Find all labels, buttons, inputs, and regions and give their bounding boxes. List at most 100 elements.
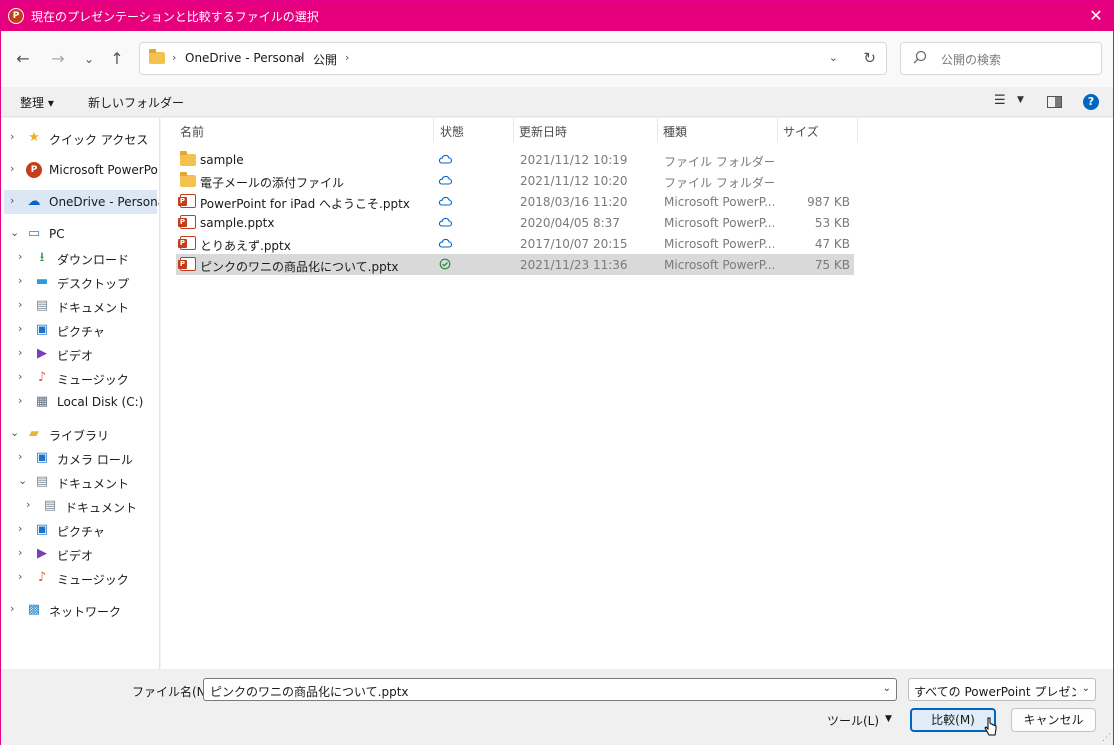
chevron-down-icon[interactable]: ⌄ [18, 474, 27, 487]
pptx-file-icon [178, 215, 196, 229]
sidebar-item[interactable]: › ▬ デスクトップ [4, 270, 157, 294]
chevron-right-icon[interactable]: › [18, 394, 22, 407]
sidebar-item[interactable]: › ☁ OneDrive - Personal [4, 190, 159, 214]
sidebar-item[interactable]: › ▶ ビデオ [4, 542, 157, 566]
search-icon [913, 50, 927, 64]
picture-icon: ▣ [35, 322, 49, 337]
forward-arrow-icon[interactable]: → [47, 48, 69, 70]
sidebar-item-label: Microsoft PowerPoint [49, 163, 159, 177]
sidebar-item[interactable]: › ▤ ドキュメント [4, 494, 157, 518]
chevron-right-icon[interactable]: › [10, 130, 14, 143]
chevron-right-icon[interactable]: › [18, 346, 22, 359]
window-title: 現在のプレゼンテーションと比較するファイルの選択 [31, 10, 319, 24]
music-icon: ♪ [37, 370, 47, 385]
sidebar-item[interactable]: › ▣ ピクチャ [4, 518, 157, 542]
sidebar-item[interactable]: › ▣ カメラ ロール [4, 446, 157, 470]
file-name: 電子メールの添付ファイル [200, 176, 345, 190]
filename-value[interactable]: ピンクのワニの商品化について.pptx [210, 683, 409, 700]
breadcrumb-separator-icon[interactable]: › [299, 51, 303, 64]
file-row[interactable]: ピンクのワニの商品化について.pptx 2021/11/23 11:36 Micro… [176, 254, 854, 275]
column-header-size[interactable]: サイズ [778, 118, 858, 142]
breadcrumb-public[interactable]: 公開 [313, 51, 337, 68]
refresh-icon[interactable]: ↻ [863, 49, 876, 67]
chevron-right-icon[interactable]: › [18, 274, 22, 287]
sidebar-item-label: ドキュメント [65, 501, 138, 515]
column-header-name[interactable]: 名前 [175, 118, 434, 142]
sidebar-item-label: ビデオ [57, 549, 94, 563]
chevron-right-icon[interactable]: › [10, 162, 14, 175]
chevron-down-icon[interactable]: ⌄ [1082, 683, 1090, 694]
dialog-footer: ファイル名(N): ピンクのワニの商品化について.pptx ⌄ すべての Pow… [1, 669, 1113, 745]
file-type-select[interactable]: すべての PowerPoint プレゼンテーション ⌄ [908, 678, 1096, 701]
sidebar-item[interactable]: ⌄ ▤ ドキュメント [4, 470, 157, 494]
chevron-right-icon[interactable]: › [10, 194, 14, 207]
sidebar-item[interactable]: › ♪ ミュージック [4, 566, 157, 590]
breadcrumb-onedrive[interactable]: OneDrive - Personal [185, 51, 304, 65]
cloud-status-icon [438, 217, 452, 227]
chevron-down-icon[interactable]: ⌄ [883, 683, 891, 694]
chevron-down-icon[interactable]: ▼ [885, 714, 892, 724]
file-date: 2020/04/05 8:37 [520, 216, 620, 230]
navigation-bar: ← → ⌄ ↑ › OneDrive - Personal › 公開 › ⌄ ↻… [1, 31, 1113, 87]
file-row[interactable]: sample.pptx 2020/04/05 8:37 Microsoft Powe… [176, 212, 854, 233]
close-icon[interactable]: ✕ [1085, 5, 1107, 27]
breadcrumb-separator-icon[interactable]: › [345, 51, 349, 64]
chevron-right-icon[interactable]: › [18, 570, 22, 583]
new-folder-button[interactable]: 新しいフォルダー [88, 94, 184, 111]
chevron-right-icon[interactable]: › [18, 546, 22, 559]
resize-grip-icon[interactable]: ⋰ [1102, 733, 1111, 743]
help-icon[interactable]: ? [1083, 94, 1099, 110]
chevron-right-icon[interactable]: › [18, 522, 22, 535]
chevron-right-icon[interactable]: › [18, 322, 22, 335]
file-type: ファイル フォルダー [664, 176, 774, 190]
chevron-down-icon[interactable]: ▼ [1017, 95, 1024, 105]
filename-input[interactable]: ピンクのワニの商品化について.pptx ⌄ [203, 678, 897, 701]
sidebar-item[interactable]: › ▶ ビデオ [4, 342, 157, 366]
chevron-right-icon[interactable]: › [26, 498, 30, 511]
view-list-icon[interactable]: ☰ [994, 93, 1006, 108]
search-box[interactable]: 公開の検索 [900, 42, 1102, 75]
chevron-down-icon[interactable]: ⌄ [10, 226, 19, 239]
file-date: 2021/11/12 10:20 [520, 174, 628, 188]
sidebar-item[interactable]: ⌄ ▰ ライブラリ [4, 422, 157, 446]
file-type: Microsoft PowerP... [664, 237, 774, 251]
back-arrow-icon[interactable]: ← [12, 48, 34, 70]
chevron-right-icon[interactable]: › [10, 602, 14, 615]
up-arrow-icon[interactable]: ↑ [106, 48, 128, 70]
file-type: Microsoft PowerP... [664, 195, 774, 209]
sidebar-item[interactable]: › ▤ ドキュメント [4, 294, 157, 318]
chevron-right-icon[interactable]: › [18, 450, 22, 463]
recent-locations-icon[interactable]: ⌄ [78, 48, 100, 70]
file-name: ピンクのワニの商品化について.pptx [200, 260, 399, 274]
organize-menu[interactable]: 整理 ▾ [20, 94, 54, 111]
preview-pane-icon[interactable] [1047, 96, 1062, 108]
column-header-date[interactable]: 更新日時 [514, 118, 658, 142]
chevron-down-icon[interactable]: ⌄ [10, 426, 19, 439]
file-row[interactable]: とりあえず.pptx 2017/10/07 20:15 Microsoft Powe… [176, 233, 854, 254]
chevron-right-icon[interactable]: › [18, 250, 22, 263]
sidebar-item[interactable]: › ★ クイック アクセス [4, 126, 157, 150]
column-header-type[interactable]: 種類 [658, 118, 778, 142]
chevron-down-icon[interactable]: ⌄ [829, 51, 838, 64]
address-bar[interactable]: › OneDrive - Personal › 公開 › ⌄ ↻ [139, 42, 887, 75]
file-list: ⌃ 名前 状態 更新日時 種類 サイズ sample 2021/11/12 10:… [161, 118, 1113, 669]
chevron-right-icon[interactable]: › [18, 370, 22, 383]
chevron-right-icon[interactable]: › [18, 298, 22, 311]
star-icon: ★ [28, 130, 40, 145]
sidebar-item-label: ミュージック [57, 373, 129, 387]
file-row[interactable]: 電子メールの添付ファイル 2021/11/12 10:20 ファイル フォルダー [176, 170, 854, 191]
file-row[interactable]: PowerPoint for iPad へようこそ.pptx 2018/03/16… [176, 191, 854, 212]
synced-status-icon [439, 258, 451, 270]
sidebar-item[interactable]: ⌄ ▭ PC [4, 222, 157, 246]
cancel-button[interactable]: キャンセル [1011, 708, 1096, 732]
sidebar-item[interactable]: › ▣ ピクチャ [4, 318, 157, 342]
sidebar-item[interactable]: › ♪ ミュージック [4, 366, 157, 390]
tools-menu[interactable]: ツール(L) [827, 712, 879, 729]
sidebar-item[interactable]: › P Microsoft PowerPoint [4, 158, 159, 182]
column-header-status[interactable]: 状態 [435, 118, 514, 142]
sidebar-item[interactable]: › ⭳ ダウンロード [4, 246, 157, 270]
sidebar-item[interactable]: › ▩ ネットワーク [4, 598, 157, 622]
file-row[interactable]: sample 2021/11/12 10:19 ファイル フォルダー [176, 149, 854, 170]
file-type: Microsoft PowerP... [664, 216, 774, 230]
sidebar-item[interactable]: › ▦ Local Disk (C:) [4, 390, 157, 414]
